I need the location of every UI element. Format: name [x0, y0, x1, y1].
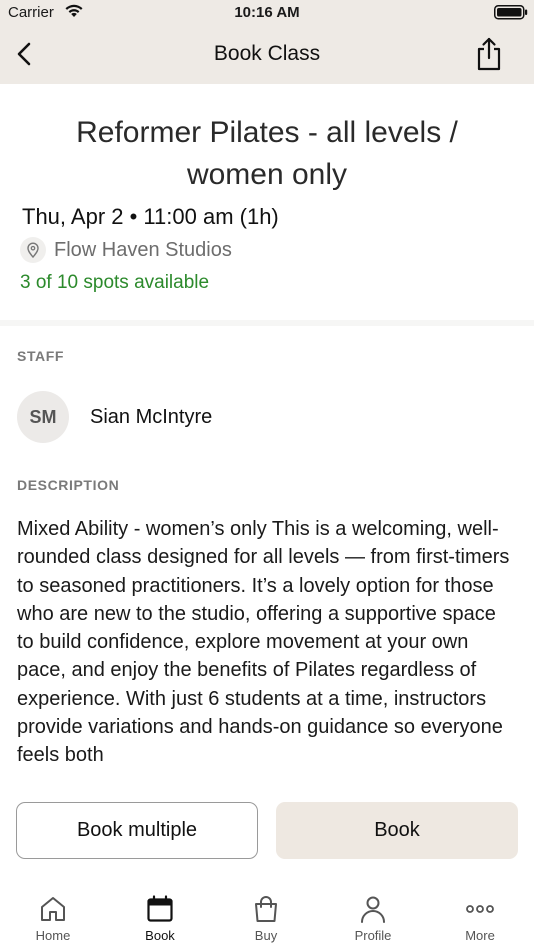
- class-info-card: Reformer Pilates - all levels / women on…: [0, 84, 534, 320]
- tab-buy[interactable]: Buy: [226, 884, 306, 950]
- section-divider: [0, 320, 534, 326]
- person-icon: [361, 896, 385, 923]
- status-bar: Carrier 10:16 AM: [0, 0, 534, 24]
- tab-book[interactable]: Book: [120, 884, 200, 950]
- tab-buy-label: Buy: [254, 928, 278, 943]
- tab-book-label: Book: [145, 928, 175, 943]
- tab-home[interactable]: Home: [13, 884, 93, 950]
- tab-profile[interactable]: Profile: [333, 884, 413, 950]
- staff-section-label: STAFF: [17, 348, 65, 364]
- home-icon: [41, 897, 65, 921]
- staff-row[interactable]: SM Sian McIntyre: [17, 391, 212, 443]
- tab-bar: Home Book Buy Profile More: [0, 884, 534, 950]
- calendar-icon: [147, 895, 173, 922]
- tab-more[interactable]: More: [440, 884, 520, 950]
- tab-home-label: Home: [35, 928, 71, 943]
- description-section-label: DESCRIPTION: [17, 477, 120, 493]
- class-title: Reformer Pilates - all levels / women on…: [76, 116, 458, 191]
- share-button[interactable]: [474, 36, 504, 72]
- class-datetime: Thu, Apr 2 • 11:00 am (1h): [22, 204, 279, 229]
- book-button[interactable]: Book: [276, 802, 518, 859]
- share-icon: [477, 37, 501, 71]
- battery-icon: [494, 5, 528, 24]
- page-title: Book Class: [213, 42, 321, 65]
- tab-more-label: More: [465, 928, 495, 943]
- more-dots-icon: [466, 905, 494, 913]
- class-location[interactable]: Flow Haven Studios: [20, 236, 232, 264]
- spots-available: 3 of 10 spots available: [20, 272, 210, 293]
- staff-name: Sian McIntyre: [90, 405, 213, 428]
- top-bar: Carrier 10:16 AM Book Class: [0, 0, 534, 84]
- location-name: Flow Haven Studios: [54, 238, 232, 261]
- nav-bar: Book Class: [0, 24, 534, 84]
- book-multiple-button[interactable]: Book multiple: [16, 802, 258, 859]
- shopping-bag-icon: [255, 896, 277, 922]
- avatar: SM: [17, 391, 69, 443]
- tab-profile-label: Profile: [354, 928, 392, 943]
- class-description: Mixed Ability - women’s only This is a w…: [17, 518, 510, 767]
- location-pin-icon: [20, 237, 46, 263]
- status-time: 10:16 AM: [234, 4, 300, 21]
